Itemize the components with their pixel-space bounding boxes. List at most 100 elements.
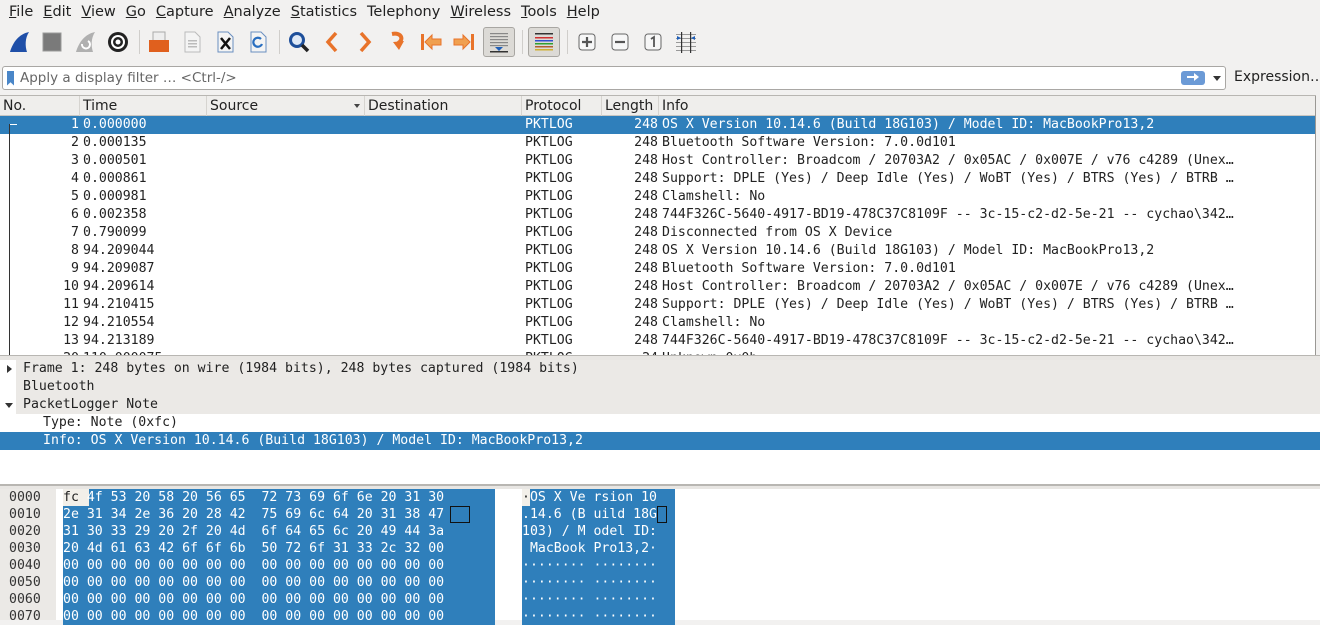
normal-size-button[interactable] xyxy=(639,28,667,56)
arrow-right-icon xyxy=(1185,70,1201,86)
ascii-bytes[interactable]: ········ ········ xyxy=(522,574,657,591)
hex-bytes[interactable]: 31 30 33 29 20 2f 20 4d 6f 64 65 6c 20 4… xyxy=(63,523,444,540)
collapse-arrow-icon[interactable] xyxy=(5,403,13,408)
colorize-button[interactable] xyxy=(528,27,560,57)
hex-bytes[interactable]: 00 00 00 00 00 00 00 00 00 00 00 00 00 0… xyxy=(63,608,444,625)
find-packet-button[interactable] xyxy=(285,28,313,56)
ascii-bytes[interactable]: ········ ········ xyxy=(522,591,657,608)
filter-history-dropdown[interactable] xyxy=(1213,75,1221,81)
go-back-button[interactable] xyxy=(318,28,346,56)
ascii-bytes[interactable]: MacBook Pro13,2· xyxy=(522,540,657,557)
expression-button[interactable]: Expression… xyxy=(1234,69,1320,85)
expand-arrow-icon[interactable] xyxy=(7,365,12,373)
reload-file-button[interactable] xyxy=(244,28,272,56)
ascii-bytes[interactable]: OS X Ve rsion 10 xyxy=(522,489,657,506)
detail-tree-item[interactable]: Type: Note (0xfc) xyxy=(0,414,1320,432)
ascii-bytes[interactable]: ········ ········ xyxy=(522,557,657,574)
hex-bytes[interactable]: 4f 53 20 58 20 56 65 72 73 69 6f 6e 20 3… xyxy=(63,489,444,506)
colorize-icon xyxy=(532,30,556,54)
column-header-info[interactable]: Info xyxy=(659,96,1316,116)
column-header-length[interactable]: Length xyxy=(602,96,659,116)
resize-columns-button[interactable] xyxy=(672,28,700,56)
packet-cell-no: 1 xyxy=(71,117,79,132)
packet-row[interactable]: 10 94.209614 PKTLOG 248 Host Controller: Bro… xyxy=(0,278,1316,296)
ascii-bytes[interactable]: .14.6 (B uild 18G xyxy=(522,506,657,523)
packet-list-scrollbar[interactable] xyxy=(1315,96,1316,355)
packet-row[interactable]: 11 94.210415 PKTLOG 248 Support: DPLE (Yes) … xyxy=(0,296,1316,314)
packet-cell-destination xyxy=(365,188,522,206)
detail-tree-item[interactable]: Info: OS X Version 10.14.6 (Build 18G103… xyxy=(0,432,1320,450)
packet-row[interactable]: 4 0.000861 PKTLOG 248 Support: DPLE (Yes) / … xyxy=(0,170,1316,188)
menu-statistics[interactable]: Statistics xyxy=(286,0,362,24)
packet-row[interactable]: 7 0.790099 PKTLOG 248 Disconnected from OS X… xyxy=(0,224,1316,242)
go-first-button[interactable] xyxy=(417,28,445,56)
packet-cell-source xyxy=(207,278,365,296)
ascii-bytes[interactable]: 103) / M odel ID: xyxy=(522,523,657,540)
menu-go[interactable]: Go xyxy=(121,0,151,24)
hex-bytes[interactable]: 2e 31 34 2e 36 20 28 42 75 69 6c 64 20 3… xyxy=(63,506,444,523)
packet-row[interactable]: 9 94.209087 PKTLOG 248 Bluetooth Software Ve… xyxy=(0,260,1316,278)
menu-telephony[interactable]: Telephony xyxy=(362,0,445,24)
zoom-out-button[interactable] xyxy=(606,28,634,56)
filter-bookmark-icon[interactable] xyxy=(7,70,14,86)
save-file-button[interactable] xyxy=(178,28,206,56)
hex-bytes[interactable]: 00 00 00 00 00 00 00 00 00 00 00 00 00 0… xyxy=(63,574,444,591)
hex-bytes[interactable]: 00 00 00 00 00 00 00 00 00 00 00 00 00 0… xyxy=(63,591,444,608)
menu-wireless[interactable]: Wireless xyxy=(445,0,516,24)
packet-cell-destination xyxy=(365,152,522,170)
menu-label: iew xyxy=(90,4,116,20)
packet-row[interactable]: 3 0.000501 PKTLOG 248 Host Controller: Broad… xyxy=(0,152,1316,170)
detail-tree-item[interactable]: Bluetooth xyxy=(0,378,1320,396)
menu-view[interactable]: View xyxy=(76,0,120,24)
menu-analyze[interactable]: Analyze xyxy=(219,0,286,24)
packet-row[interactable]: 12 94.210554 PKTLOG 248 Clamshell: No xyxy=(0,314,1316,332)
column-header-no[interactable]: No. xyxy=(0,96,80,116)
menu-help[interactable]: Help xyxy=(562,0,605,24)
go-last-button[interactable] xyxy=(450,28,478,56)
menu-label: ile xyxy=(16,4,34,20)
packet-row[interactable]: 8 94.209044 PKTLOG 248 OS X Version 10.14.6 … xyxy=(0,242,1316,260)
zoom-in-button[interactable] xyxy=(573,28,601,56)
packet-cell-protocol: PKTLOG xyxy=(525,315,573,330)
menu-edit[interactable]: Edit xyxy=(38,0,76,24)
column-header-protocol[interactable]: Protocol xyxy=(522,96,602,116)
auto-scroll-button[interactable] xyxy=(483,27,515,57)
packet-row[interactable]: 5 0.000981 PKTLOG 248 Clamshell: No xyxy=(0,188,1316,206)
packet-row[interactable]: 13 94.213189 PKTLOG 248 744F326C-5640-4917-B… xyxy=(0,332,1316,350)
restart-capture-button[interactable] xyxy=(71,28,99,56)
close-file-button[interactable] xyxy=(211,28,239,56)
start-capture-button[interactable] xyxy=(5,28,33,56)
go-to-packet-button[interactable] xyxy=(384,28,412,56)
packet-cell-length: 248 xyxy=(634,297,658,312)
hex-bytes[interactable]: 00 00 00 00 00 00 00 00 00 00 00 00 00 0… xyxy=(63,557,444,574)
ascii-bytes[interactable]: ········ ········ xyxy=(522,608,657,625)
open-file-button[interactable] xyxy=(145,28,173,56)
packet-cell-no: 10 xyxy=(63,279,79,294)
stop-capture-button[interactable] xyxy=(38,28,66,56)
related-packet-marker xyxy=(9,124,17,125)
menu-mnemonic: W xyxy=(450,4,465,20)
menu-tools[interactable]: Tools xyxy=(516,0,562,24)
display-filter-input[interactable] xyxy=(20,70,1181,86)
column-header-time[interactable]: Time xyxy=(80,96,207,116)
detail-tree-item[interactable]: PacketLogger Note xyxy=(0,396,1320,414)
packet-row[interactable]: 1 0.000000 PKTLOG 248 OS X Version 10.14.6 (… xyxy=(0,116,1316,134)
apply-filter-button[interactable] xyxy=(1181,71,1205,85)
capture-options-button[interactable] xyxy=(104,28,132,56)
column-header-label: Info xyxy=(662,98,689,114)
menu-file[interactable]: File xyxy=(4,0,38,24)
packet-row[interactable]: 6 0.002358 PKTLOG 248 744F326C-5640-4917-BD1… xyxy=(0,206,1316,224)
packet-row[interactable]: 2 0.000135 PKTLOG 248 Bluetooth Software Ver… xyxy=(0,134,1316,152)
detail-tree-item[interactable]: Frame 1: 248 bytes on wire (1984 bits), … xyxy=(0,360,1320,378)
hex-dump-row: 0070 00 00 00 00 00 00 00 00 00 00 00 00 … xyxy=(0,608,1320,625)
start-capture-icon xyxy=(7,30,31,54)
packet-cell-protocol: PKTLOG xyxy=(525,279,573,294)
column-header-destination[interactable]: Destination xyxy=(365,96,522,116)
hex-bytes[interactable]: 20 4d 61 63 42 6f 6f 6b 50 72 6f 31 33 2… xyxy=(63,540,444,557)
toolbar-separator xyxy=(522,30,523,54)
column-header-source[interactable]: Source xyxy=(207,96,365,116)
byte-offset: 0000 xyxy=(9,490,41,505)
menu-capture[interactable]: Capture xyxy=(151,0,219,24)
packet-cell-time: 0.000135 xyxy=(83,135,147,150)
go-forward-button[interactable] xyxy=(351,28,379,56)
